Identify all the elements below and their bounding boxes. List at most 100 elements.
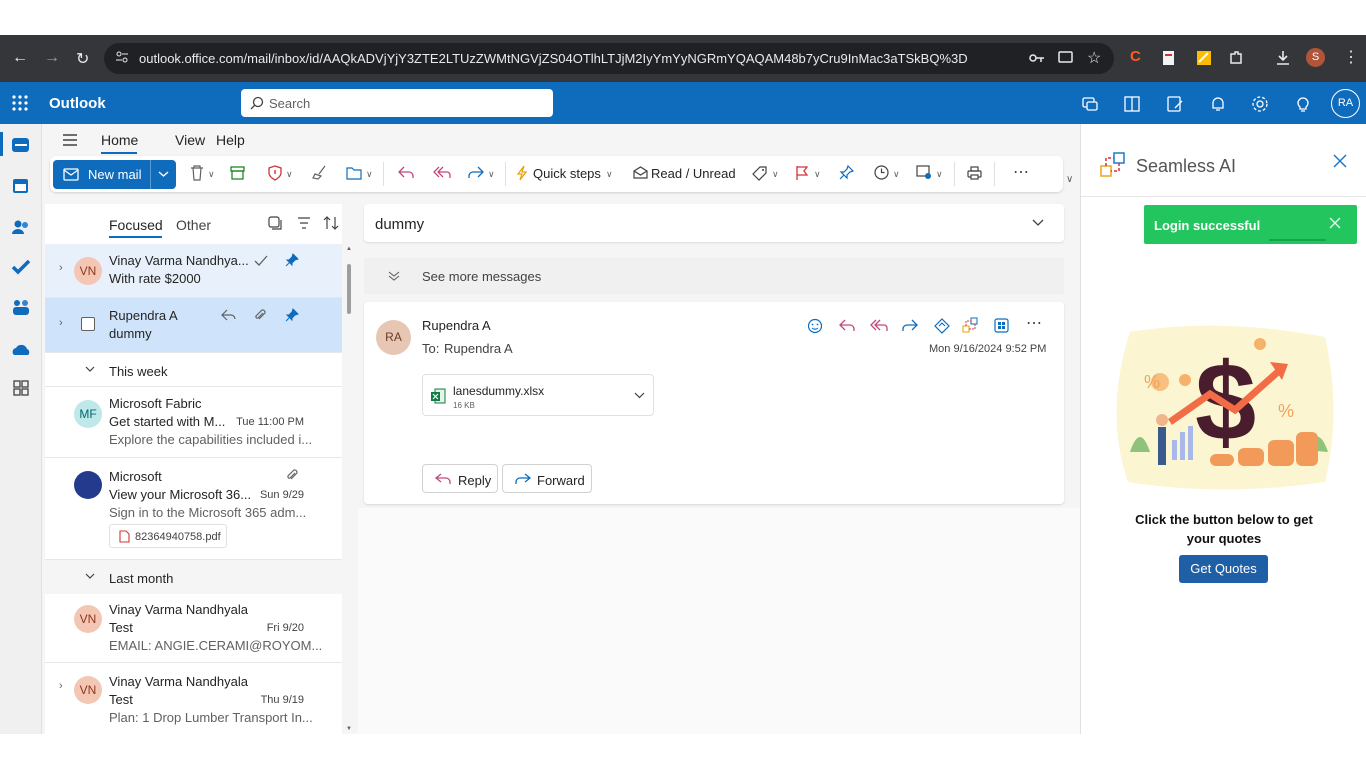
print-icon[interactable] — [967, 166, 982, 180]
list-item[interactable]: › VN Vinay Varma Nandhyala Test Thu 9/19… — [45, 663, 342, 734]
list-item[interactable]: › VN Vinay Varma Nandhya... With rate $2… — [45, 244, 342, 298]
sort-icon[interactable] — [323, 216, 339, 230]
extension-c-icon[interactable]: C — [1130, 48, 1146, 65]
app-launcher-icon[interactable] — [12, 95, 28, 111]
reply-icon[interactable] — [839, 319, 855, 332]
chevron-down-icon[interactable] — [158, 170, 169, 178]
react-emoji-icon[interactable] — [807, 318, 823, 334]
forward-arrow-icon[interactable] — [468, 166, 484, 179]
cast-icon[interactable] — [1058, 51, 1074, 65]
tab-focused[interactable]: Focused — [109, 217, 163, 233]
pinned-icon[interactable] — [285, 308, 299, 322]
meet-now-icon[interactable] — [1081, 95, 1099, 113]
reply-all-icon[interactable] — [870, 319, 888, 332]
extension-doc-icon[interactable] — [1162, 50, 1178, 66]
group-header-this-week[interactable]: This week — [45, 353, 342, 387]
ribbon-collapse-chevron-icon[interactable]: ∨ — [1066, 174, 1073, 185]
address-bar[interactable]: outlook.office.com/mail/inbox/id/AAQkADV… — [104, 43, 1114, 74]
delete-chevron-icon[interactable]: ∨ — [208, 169, 215, 180]
tab-view[interactable]: View — [175, 132, 205, 148]
todo-check-icon[interactable] — [11, 258, 31, 276]
reply-icon[interactable] — [398, 166, 414, 179]
quick-steps-button[interactable]: Quick steps — [533, 166, 601, 181]
calendar-icon[interactable] — [11, 177, 31, 195]
scroll-up-icon[interactable]: ▲ — [346, 246, 352, 252]
seamless-ai-icon[interactable] — [962, 317, 979, 334]
list-item-selected[interactable]: › Rupendra A dummy — [45, 298, 342, 353]
list-scrollbar[interactable]: ▲ ▼ — [345, 246, 353, 734]
pinned-icon[interactable] — [285, 253, 299, 267]
attachment-card[interactable]: lanesdummy.xlsx 16 KB — [422, 374, 654, 416]
tab-home[interactable]: Home — [101, 132, 138, 148]
browser-menu-icon[interactable]: ⋮ — [1343, 47, 1359, 67]
snooze-chevron-icon[interactable]: ∨ — [893, 169, 900, 180]
sender-name[interactable]: Rupendra A — [422, 318, 491, 333]
sweep-broom-icon[interactable] — [312, 165, 327, 180]
list-item[interactable]: MF Microsoft Fabric Get started with M..… — [45, 387, 342, 458]
notifications-bell-icon[interactable] — [1209, 95, 1227, 113]
password-key-icon[interactable] — [1029, 51, 1045, 65]
recipient[interactable]: Rupendra A — [444, 341, 513, 356]
archive-icon[interactable] — [230, 166, 245, 180]
list-item[interactable]: Microsoft View your Microsoft 36... Sun … — [45, 458, 342, 560]
account-avatar[interactable]: RA — [1331, 89, 1360, 118]
onedrive-cloud-icon[interactable] — [11, 341, 31, 359]
report-shield-icon[interactable] — [268, 165, 282, 181]
collapse-chevron-icon[interactable] — [1032, 219, 1044, 227]
report-chevron-icon[interactable]: ∨ — [286, 169, 293, 180]
quick-steps-lightning-icon[interactable] — [516, 165, 528, 181]
read-unread-button[interactable]: Read / Unread — [651, 166, 736, 181]
office-apps-icon[interactable] — [1123, 95, 1141, 113]
scrollbar-thumb[interactable] — [347, 264, 351, 314]
delete-icon[interactable] — [190, 165, 204, 181]
extensions-puzzle-icon[interactable] — [1228, 50, 1244, 66]
see-more-messages[interactable]: See more messages — [364, 258, 1064, 294]
rules-icon[interactable] — [916, 165, 932, 180]
my-day-icon[interactable] — [1166, 95, 1184, 113]
app-name[interactable]: Outlook — [49, 95, 106, 112]
addin-diamond-icon[interactable] — [934, 318, 950, 334]
select-checkbox[interactable] — [81, 317, 95, 331]
quick-steps-chevron-icon[interactable]: ∨ — [606, 169, 613, 180]
flag-icon[interactable] — [795, 165, 808, 181]
reload-icon[interactable]: ↻ — [76, 49, 89, 69]
reply-all-icon[interactable] — [433, 166, 451, 179]
mark-read-check-icon[interactable] — [254, 255, 268, 266]
settings-gear-icon[interactable] — [1251, 95, 1269, 113]
back-icon[interactable]: ← — [12, 49, 28, 67]
tab-other[interactable]: Other — [176, 217, 211, 233]
download-icon[interactable] — [1275, 50, 1291, 66]
rules-chevron-icon[interactable]: ∨ — [936, 169, 943, 180]
hamburger-menu-icon[interactable] — [62, 133, 78, 147]
snooze-clock-icon[interactable] — [874, 165, 889, 180]
move-chevron-icon[interactable]: ∨ — [366, 169, 373, 180]
people-icon[interactable] — [11, 218, 31, 236]
attachment-chip[interactable]: 82364940758.pdf — [109, 524, 227, 548]
read-envelope-icon[interactable] — [633, 166, 648, 179]
tag-icon[interactable] — [752, 166, 767, 181]
more-options-icon[interactable]: ⋯ — [1013, 162, 1029, 182]
select-mode-icon[interactable] — [268, 216, 282, 230]
chevron-down-icon[interactable] — [634, 392, 645, 399]
forward-icon[interactable]: → — [44, 49, 60, 67]
sender-avatar[interactable]: RA — [376, 320, 411, 355]
mail-icon[interactable] — [11, 136, 31, 154]
forward-button[interactable]: Forward — [502, 464, 592, 493]
apps-grid-icon[interactable] — [994, 318, 1009, 333]
list-item[interactable]: VN Vinay Varma Nandhyala Test Fri 9/20 E… — [45, 593, 342, 663]
tips-lightbulb-icon[interactable] — [1294, 95, 1312, 113]
group-header-last-month[interactable]: Last month — [45, 560, 342, 594]
get-quotes-button[interactable]: Get Quotes — [1179, 555, 1268, 583]
more-actions-icon[interactable]: ⋯ — [1026, 313, 1042, 333]
bookmark-star-icon[interactable]: ☆ — [1087, 48, 1101, 68]
tab-help[interactable]: Help — [216, 132, 245, 148]
reply-button[interactable]: Reply — [422, 464, 498, 493]
search-box[interactable]: Search — [241, 89, 553, 117]
expand-chevron-icon[interactable]: › — [59, 680, 63, 692]
forward-chevron-icon[interactable]: ∨ — [488, 169, 495, 180]
close-icon[interactable] — [1333, 154, 1347, 168]
tag-chevron-icon[interactable]: ∨ — [772, 169, 779, 180]
site-info-icon[interactable] — [115, 50, 129, 64]
forward-arrow-icon[interactable] — [902, 319, 918, 332]
expand-chevron-icon[interactable]: › — [59, 317, 63, 329]
